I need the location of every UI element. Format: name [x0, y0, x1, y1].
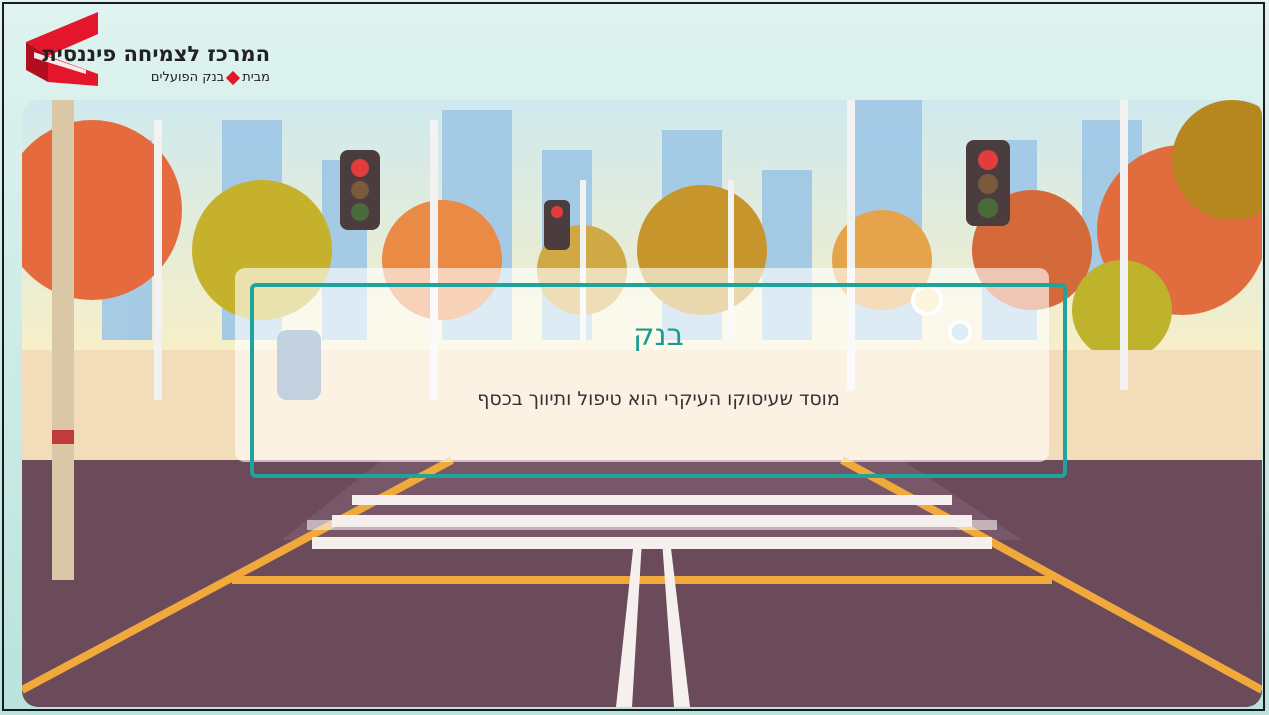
logo-title: המרכז לצמיחה פיננסית — [42, 42, 270, 66]
logo-subtitle: מבית בנק הפועלים — [151, 70, 270, 85]
logo: המרכז לצמיחה פיננסית מבית בנק הפועלים — [26, 12, 276, 92]
term-title: בנק — [633, 318, 684, 353]
diamond-icon — [226, 70, 241, 85]
term-definition: מוסד שעיסוקו העיקרי הוא טיפול ותיווך בכס… — [477, 388, 840, 410]
logo-subtitle-bank: בנק הפועלים — [150, 70, 225, 85]
logo-subtitle-prefix: מבית — [242, 70, 270, 85]
definition-card-border — [250, 283, 1067, 478]
